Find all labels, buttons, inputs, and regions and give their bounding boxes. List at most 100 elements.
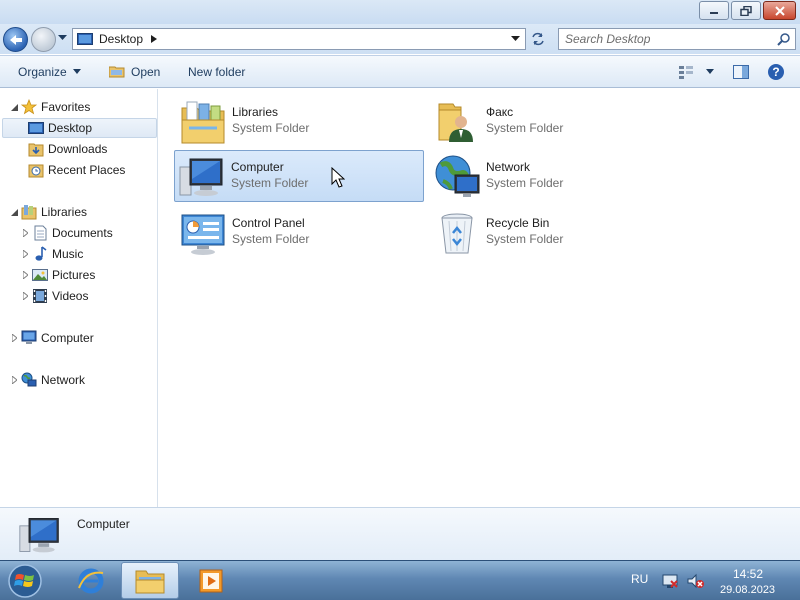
computer-icon — [179, 158, 223, 196]
network-icon — [21, 372, 37, 388]
sidebar-item-favorites[interactable]: Favorites — [9, 97, 90, 117]
libraries-icon — [21, 204, 37, 220]
help-button[interactable]: ? — [767, 56, 785, 87]
minimize-icon — [710, 11, 718, 14]
item-name: Computer — [231, 160, 284, 174]
item-type: System Folder — [486, 176, 564, 190]
sidebar-item-music[interactable]: Music — [20, 244, 83, 264]
address-dropdown-icon[interactable] — [511, 36, 520, 42]
libraries-label: Libraries — [41, 205, 88, 219]
item-control-panel[interactable]: Control Panel System Folder — [175, 206, 425, 258]
minimize-button[interactable] — [699, 1, 729, 20]
expand-arrow-icon[interactable] — [9, 334, 19, 342]
item-fax-folder[interactable]: Факс System Folder — [429, 95, 679, 147]
network-status-icon[interactable] — [661, 573, 679, 589]
search-input[interactable] — [565, 29, 765, 49]
language-indicator[interactable]: RU — [631, 572, 648, 586]
recent-pages-dropdown-icon[interactable] — [58, 35, 67, 41]
sidebar-item-network[interactable]: Network — [9, 370, 85, 390]
sidebar-item-downloads[interactable]: Downloads — [28, 139, 107, 159]
open-folder-icon — [109, 66, 125, 78]
item-libraries[interactable]: Libraries System Folder — [175, 95, 425, 147]
media-player-icon — [199, 569, 223, 592]
favorites-star-icon — [21, 99, 37, 115]
music-icon — [32, 246, 48, 262]
sidebar-item-libraries[interactable]: Libraries — [9, 202, 87, 222]
open-button[interactable]: Open — [109, 56, 160, 87]
clock-date[interactable]: 29.08.2023 — [720, 584, 775, 596]
expand-arrow-icon[interactable] — [20, 250, 30, 258]
item-name: Network — [486, 160, 531, 174]
preview-pane-button[interactable] — [733, 56, 749, 87]
item-name: Libraries — [232, 105, 279, 119]
svg-text:?: ? — [772, 65, 779, 79]
expand-arrow-icon[interactable] — [20, 292, 30, 300]
help-icon: ? — [768, 63, 784, 80]
search-box[interactable] — [558, 28, 796, 50]
sidebar-item-pictures[interactable]: Pictures — [20, 265, 95, 285]
computer-icon — [21, 330, 37, 346]
collapse-arrow-icon[interactable] — [9, 103, 19, 111]
new-folder-button[interactable]: New folder — [188, 56, 245, 87]
close-icon — [774, 5, 785, 16]
pictures-icon — [32, 267, 48, 283]
item-name: Факс — [486, 105, 514, 119]
videos-label: Videos — [52, 289, 89, 303]
item-type: System Folder — [486, 121, 564, 135]
item-computer[interactable]: Computer System Folder — [174, 150, 424, 202]
back-button[interactable] — [3, 27, 28, 52]
item-type: System Folder — [232, 232, 310, 246]
control-panel-icon — [181, 214, 225, 255]
recent-places-icon — [28, 162, 44, 178]
taskbar-windows-explorer[interactable] — [121, 562, 179, 599]
item-type: System Folder — [231, 176, 309, 190]
organize-button[interactable]: Organize — [18, 56, 81, 87]
item-network[interactable]: Network System Folder — [429, 150, 679, 202]
expand-arrow-icon[interactable] — [20, 229, 30, 237]
videos-icon — [32, 288, 48, 304]
change-view-button[interactable] — [678, 56, 714, 87]
volume-muted-icon[interactable] — [686, 573, 704, 589]
search-icon[interactable] — [777, 32, 791, 46]
item-name: Recycle Bin — [486, 216, 550, 230]
sidebar-item-videos[interactable]: Videos — [20, 286, 88, 306]
close-button[interactable] — [763, 1, 796, 20]
pictures-label: Pictures — [52, 268, 96, 282]
expand-arrow-icon[interactable] — [20, 271, 30, 279]
sidebar-item-computer[interactable]: Computer — [9, 328, 94, 348]
details-pane: Computer — [0, 507, 800, 560]
title-bar — [0, 0, 800, 24]
internet-explorer-icon — [78, 568, 104, 593]
sidebar-item-recent-places[interactable]: Recent Places — [28, 160, 125, 180]
taskbar-media-player[interactable] — [182, 562, 240, 599]
restore-button[interactable] — [731, 1, 761, 20]
address-bar[interactable]: Desktop — [72, 28, 526, 50]
item-name: Control Panel — [232, 216, 305, 230]
new-folder-label: New folder — [188, 64, 246, 79]
sidebar-item-documents[interactable]: Documents — [20, 223, 113, 243]
refresh-icon — [532, 32, 544, 46]
recent-places-label: Recent Places — [48, 163, 126, 177]
downloads-label: Downloads — [48, 142, 108, 156]
address-path[interactable]: Desktop — [99, 32, 143, 46]
network-label: Network — [41, 373, 86, 387]
collapse-arrow-icon[interactable] — [9, 208, 19, 216]
documents-icon — [32, 225, 48, 241]
item-recycle-bin[interactable]: Recycle Bin System Folder — [429, 206, 679, 258]
music-label: Music — [52, 247, 84, 261]
expand-arrow-icon[interactable] — [9, 376, 19, 384]
refresh-button[interactable] — [528, 28, 548, 50]
forward-button[interactable] — [31, 27, 56, 52]
clock-time[interactable]: 14:52 — [733, 567, 763, 581]
navigation-bar: Desktop — [0, 24, 800, 54]
windows-explorer-icon — [135, 570, 165, 593]
recycle-bin-icon — [441, 213, 473, 254]
fax-user-folder-icon — [438, 103, 473, 142]
desktop-icon — [77, 33, 93, 45]
sidebar-item-desktop[interactable]: Desktop — [2, 118, 157, 138]
start-button-windows-logo-icon[interactable] — [6, 563, 44, 599]
desktop-icon — [28, 120, 44, 136]
taskbar-internet-explorer[interactable] — [62, 562, 120, 599]
open-label: Open — [131, 64, 161, 79]
breadcrumb-chevron-icon[interactable] — [151, 35, 158, 43]
